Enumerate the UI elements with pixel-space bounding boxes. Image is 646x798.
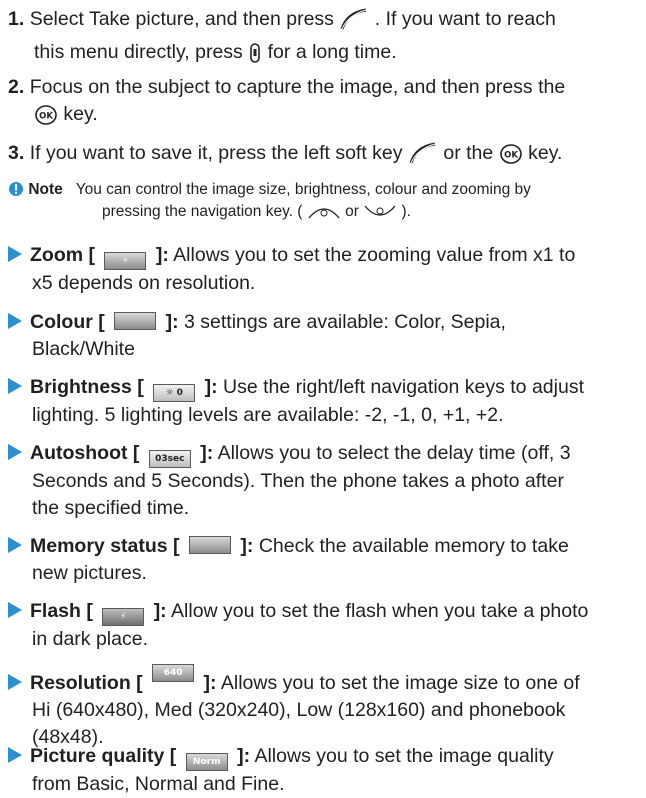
bullet-arrow-icon: [8, 246, 22, 262]
option-text: Black/White: [32, 338, 135, 360]
resolution-icon: 640 480: [152, 664, 195, 694]
step-text: If you want to save it, press the left s…: [29, 142, 403, 164]
option-title: Zoom [: [30, 244, 95, 266]
option-autoshoot: Autoshoot [ 03sec ]: Allows you to selec…: [8, 440, 642, 522]
left-soft-key-icon: [339, 7, 369, 39]
option-flash: Flash [ ⚡ ]: Allow you to set the flash …: [8, 598, 642, 653]
option-text: x5 depends on resolution.: [32, 272, 256, 294]
option-text: Check the available memory to take: [258, 535, 569, 557]
option-memory-status: Memory status [ ]: Check the available m…: [8, 533, 642, 587]
step-1: 1. Select Take picture, and then press .…: [8, 6, 640, 72]
flash-icon: ⚡: [102, 608, 145, 626]
option-picture-quality: Picture quality [ Norm ]: Allows you to …: [8, 743, 642, 798]
step-number: 3.: [8, 142, 25, 164]
step-text: Focus on the subject to capture the imag…: [29, 76, 566, 98]
nav-up-key-icon: [307, 204, 341, 225]
bullet-arrow-icon: [8, 444, 22, 460]
option-colour: Colour [ ]: 3 settings are available: Co…: [8, 309, 642, 363]
note-text: You can control the image size, brightne…: [75, 181, 531, 198]
colour-icon: [114, 312, 157, 330]
memory-icon: [188, 536, 231, 554]
bullet-arrow-icon: [8, 747, 22, 763]
bullet-arrow-icon: [8, 313, 22, 329]
zoom-icon: ⚬: [104, 252, 147, 270]
option-title: Memory status [: [30, 535, 180, 557]
option-text: the specified time.: [32, 497, 190, 519]
option-text: from Basic, Normal and Fine.: [32, 773, 285, 795]
option-close: ]:: [237, 745, 251, 767]
note: Note You can control the image size, bri…: [8, 180, 640, 225]
option-close: ]:: [153, 600, 167, 622]
bullet-arrow-icon: [8, 674, 22, 690]
left-soft-key-icon: [408, 141, 438, 173]
step-text: for a long time.: [267, 41, 397, 63]
option-text: Allows you to set the image quality: [254, 745, 554, 767]
step-text: or the: [443, 142, 494, 164]
bullet-arrow-icon: [8, 378, 22, 394]
option-zoom: Zoom [ ⚬ ]: Allows you to set the zoomin…: [8, 242, 642, 297]
option-text: 3 settings are available: Color, Sepia,: [184, 311, 506, 333]
option-text: Allows you to select the delay time (off…: [217, 442, 571, 464]
step-text: Select Take picture, and then press: [29, 8, 334, 30]
ok-key-icon: OK: [34, 104, 58, 134]
option-title: Brightness [: [30, 376, 144, 398]
option-text: Allows you to set the zooming value from…: [173, 244, 576, 266]
step-3: 3. If you want to save it, press the lef…: [8, 140, 640, 173]
option-close: ]:: [200, 442, 214, 464]
step-number: 1.: [8, 8, 25, 30]
option-text: lighting. 5 lighting levels are availabl…: [32, 404, 504, 426]
option-text: Allow you to set the flash when you take…: [171, 600, 589, 622]
note-text: ).: [401, 203, 411, 220]
camera-side-key-icon: [248, 42, 262, 72]
info-icon: [8, 181, 24, 202]
ok-key-icon: OK: [499, 143, 523, 173]
brightness-icon: ☼ 0: [153, 384, 196, 402]
step-number: 2.: [8, 76, 25, 98]
bullet-arrow-icon: [8, 537, 22, 553]
option-text: Hi (640x480), Med (320x240), Low (128x16…: [32, 699, 566, 721]
option-close: ]:: [204, 376, 218, 398]
option-text: in dark place.: [32, 628, 148, 650]
option-close: ]:: [203, 672, 217, 694]
step-text: this menu directly, press: [34, 41, 243, 63]
option-text: Allows you to set the image size to one …: [220, 672, 580, 694]
option-title: Autoshoot [: [30, 442, 140, 464]
option-text: Seconds and 5 Seconds). Then the phone t…: [32, 470, 564, 492]
option-title: Colour [: [30, 311, 105, 333]
option-title: Picture quality [: [30, 745, 177, 767]
option-resolution: Resolution [ 640 480 ]: Allows you to se…: [8, 664, 642, 751]
svg-text:OK: OK: [504, 151, 518, 161]
timer-icon: 03sec: [148, 450, 191, 468]
manual-page: 1. Select Take picture, and then press .…: [0, 0, 646, 796]
note-text: or: [345, 203, 359, 220]
step-2: 2. Focus on the subject to capture the i…: [8, 74, 640, 134]
step-text: key.: [528, 142, 563, 164]
svg-text:OK: OK: [39, 112, 53, 122]
note-text: pressing the navigation key. (: [102, 203, 303, 220]
step-text: . If you want to reach: [374, 8, 556, 30]
option-text: new pictures.: [32, 562, 147, 584]
quality-icon: Norm: [185, 753, 228, 771]
option-title: Flash [: [30, 600, 93, 622]
option-close: ]:: [165, 311, 179, 333]
option-title: Resolution [: [30, 672, 143, 694]
option-close: ]:: [240, 535, 254, 557]
nav-down-key-icon: [363, 204, 397, 225]
bullet-arrow-icon: [8, 602, 22, 618]
step-text: key.: [63, 103, 98, 125]
option-text: Use the right/left navigation keys to ad…: [223, 376, 584, 398]
option-brightness: Brightness [ ☼ 0 ]: Use the right/left n…: [8, 374, 642, 429]
note-label: Note: [28, 181, 63, 198]
option-close: ]:: [155, 244, 169, 266]
